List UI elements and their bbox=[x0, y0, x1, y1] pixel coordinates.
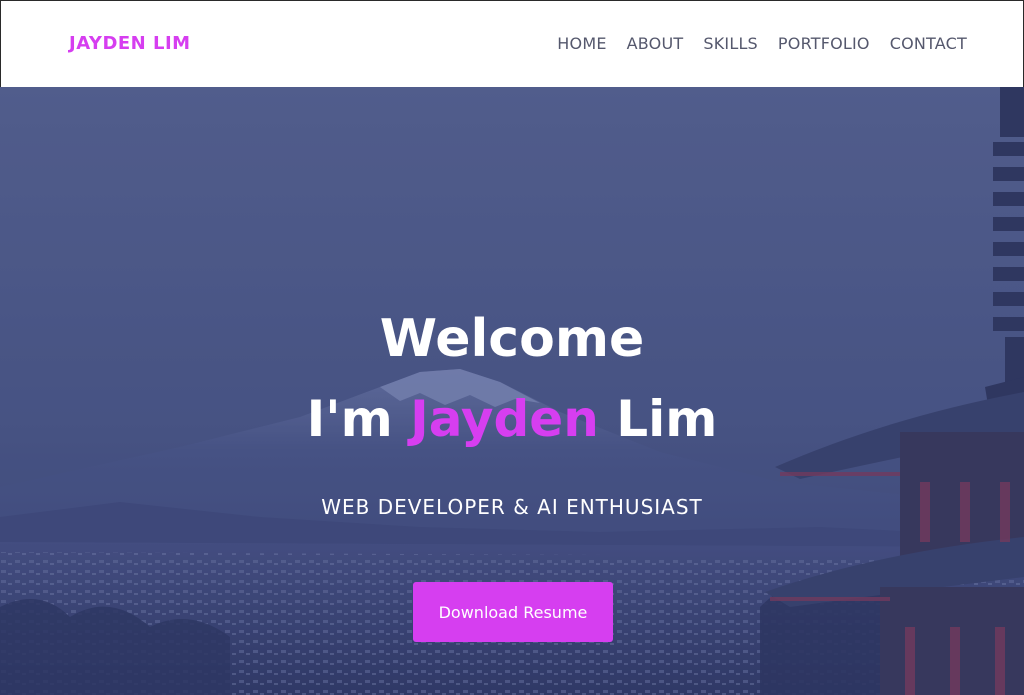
intro-last-name: Lim bbox=[616, 390, 718, 448]
nav-links: HOME ABOUT SKILLS PORTFOLIO CONTACT bbox=[557, 34, 967, 53]
welcome-heading: Welcome bbox=[379, 309, 645, 369]
nav-link-contact[interactable]: CONTACT bbox=[890, 34, 967, 53]
nav-link-home[interactable]: HOME bbox=[557, 34, 606, 53]
hero-tagline: WEB DEVELOPER & AI ENTHUSIAST bbox=[321, 495, 703, 519]
intro-prefix: I'm bbox=[306, 390, 393, 448]
nav-link-portfolio[interactable]: PORTFOLIO bbox=[778, 34, 870, 53]
nav-link-skills[interactable]: SKILLS bbox=[703, 34, 758, 53]
intro-heading: I'm Jayden Lim bbox=[0, 390, 1024, 448]
navbar: JAYDEN LIM HOME ABOUT SKILLS PORTFOLIO C… bbox=[0, 0, 1024, 87]
hero-section: Welcome I'm Jayden Lim WEB DEVELOPER & A… bbox=[0, 87, 1024, 695]
brand-logo[interactable]: JAYDEN LIM bbox=[69, 33, 191, 54]
nav-link-about[interactable]: ABOUT bbox=[627, 34, 684, 53]
intro-first-name: Jayden bbox=[410, 390, 599, 448]
hero-content: Welcome I'm Jayden Lim WEB DEVELOPER & A… bbox=[0, 87, 1024, 695]
download-resume-button[interactable]: Download Resume bbox=[413, 582, 613, 642]
